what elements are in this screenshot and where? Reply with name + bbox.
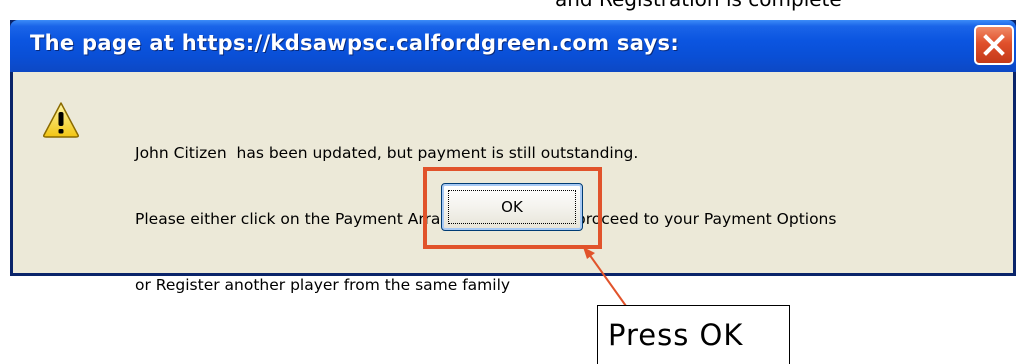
message-line: John Citizen has been updated, but payme…: [135, 144, 639, 162]
dialog-title: The page at https://kdsawpsc.calfordgree…: [30, 31, 680, 55]
warning-icon: [43, 102, 79, 138]
dialog-titlebar: The page at https://kdsawpsc.calfordgree…: [10, 20, 1016, 72]
cutoff-text: and Registration is complete: [555, 0, 842, 11]
close-button[interactable]: [974, 25, 1014, 65]
callout-label: Press OK: [597, 305, 790, 364]
ok-button[interactable]: OK: [441, 183, 583, 231]
close-icon: [983, 34, 1005, 56]
message-line: or Register another player from the same…: [135, 276, 511, 294]
focus-ring: [448, 190, 576, 224]
